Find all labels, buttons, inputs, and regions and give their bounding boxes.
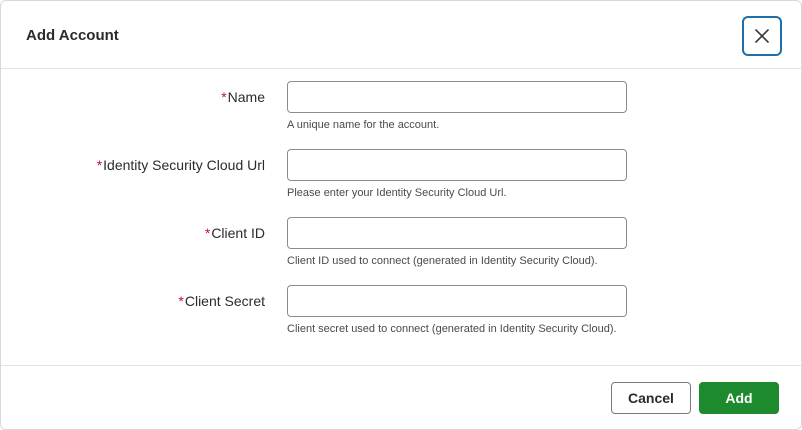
url-help-text: Please enter your Identity Security Clou… [287, 187, 507, 199]
url-input[interactable] [287, 149, 627, 181]
client-id-label-text: Client ID [211, 225, 265, 241]
client-id-help-text: Client ID used to connect (generated in … [287, 255, 598, 267]
client-id-label: *Client ID [205, 224, 265, 242]
client-id-input[interactable] [287, 217, 627, 249]
required-marker: * [221, 89, 227, 105]
name-label-text: Name [227, 89, 265, 105]
dialog-title: Add Account [26, 27, 119, 44]
url-label: *Identity Security Cloud Url [97, 156, 265, 174]
add-account-dialog: Add Account *Name A unique name for the … [0, 0, 802, 430]
client-secret-label-text: Client Secret [184, 293, 265, 309]
name-label: *Name [221, 88, 265, 106]
client-secret-input[interactable] [287, 285, 627, 317]
name-input[interactable] [287, 81, 627, 113]
dialog-footer: Cancel Add [1, 365, 801, 430]
dialog-header: Add Account [1, 1, 801, 69]
close-icon [755, 29, 769, 43]
dialog-body: *Name A unique name for the account. *Id… [1, 69, 801, 365]
name-help-text: A unique name for the account. [287, 119, 440, 131]
add-button[interactable]: Add [699, 382, 779, 414]
required-marker: * [178, 293, 184, 309]
client-secret-label: *Client Secret [178, 292, 265, 310]
client-secret-help-text: Client secret used to connect (generated… [287, 323, 617, 335]
cancel-button[interactable]: Cancel [611, 382, 691, 414]
url-label-text: Identity Security Cloud Url [103, 157, 265, 173]
required-marker: * [96, 157, 103, 173]
close-button[interactable] [742, 16, 782, 56]
required-marker: * [204, 225, 211, 241]
